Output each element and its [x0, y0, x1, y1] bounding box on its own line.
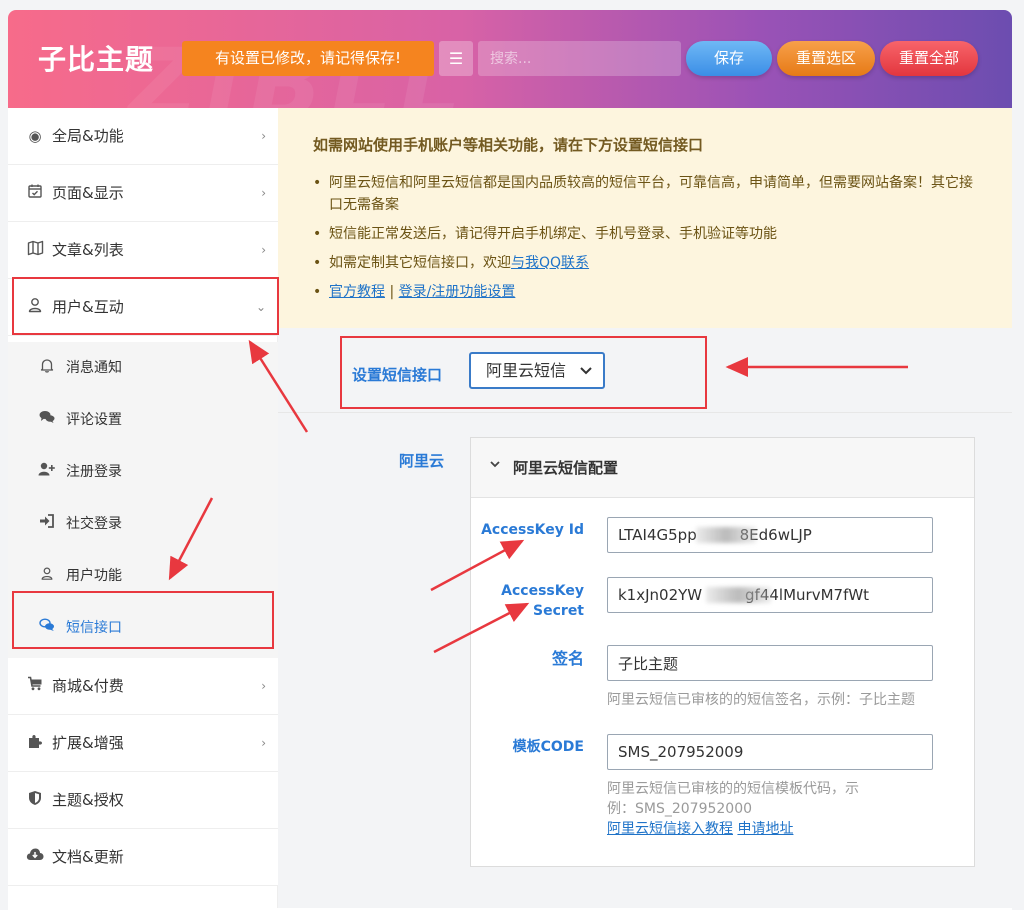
logo: 子比主题 [38, 43, 155, 76]
sidebar-item-label: 全局&功能 [52, 127, 124, 145]
qq-contact-link[interactable]: 与我QQ联系 [511, 255, 589, 271]
official-tutorial-link[interactable]: 官方教程 [329, 284, 385, 300]
sidebar-item-extend[interactable]: 扩展&增强 › [8, 715, 278, 772]
sign-help: 阿里云短信已审核的的短信签名，示例：子比主题 [607, 692, 915, 708]
template-help: 阿里云短信已审核的的短信模板代码，示 例：SMS_207952000 阿里云短信… [607, 781, 859, 837]
puzzle-icon [25, 733, 45, 753]
reset-section-button[interactable]: 重置选区 [777, 41, 875, 76]
submenu-item-label: 社交登录 [66, 516, 122, 532]
info-item: 官方教程 | 登录/注册功能设置 [313, 281, 973, 303]
info-list: 阿里云短信和阿里云短信都是国内品质较高的短信平台，可靠信高，申请简单，但需要网站… [313, 172, 973, 310]
aliyun-tutorial-link[interactable]: 阿里云短信接入教程 [607, 821, 733, 837]
user-icon [38, 566, 56, 586]
annotation-box-user [12, 277, 279, 335]
sidebar-item-article[interactable]: 文章&列表 › [8, 222, 278, 279]
unsaved-notice: 有设置已修改，请记得保存! [182, 41, 434, 76]
chevron-right-icon: › [261, 679, 266, 693]
save-button[interactable]: 保存 [686, 41, 772, 76]
calendar-check-icon [25, 183, 45, 203]
shield-icon [25, 790, 45, 810]
chevron-right-icon: › [261, 129, 266, 143]
blur-mask [706, 587, 771, 603]
sidebar-item-page[interactable]: 页面&显示 › [8, 165, 278, 222]
sign-input[interactable] [607, 645, 933, 681]
sign-in-icon [38, 514, 56, 534]
sidebar-item-docs[interactable]: 文档&更新 [8, 829, 278, 886]
sidebar-item-label: 主题&授权 [52, 791, 124, 809]
template-code-input[interactable] [607, 734, 933, 770]
provider-label: 阿里云 [399, 452, 445, 470]
cart-icon [25, 676, 45, 696]
top-header: ZIBLL 子比主题 有设置已修改，请记得保存! ☰ 保存 重置选区 重置全部 [8, 10, 1012, 140]
sidebar-item-label: 扩展&增强 [52, 734, 124, 752]
comments-icon [38, 410, 56, 430]
blur-mask [696, 527, 756, 543]
chevron-right-icon: › [261, 186, 266, 200]
sms-info-box: 如需网站使用手机账户等相关功能，请在下方设置短信接口 阿里云短信和阿里云短信都是… [278, 108, 1012, 328]
chevron-right-icon: › [261, 243, 266, 257]
annotation-box-sms [12, 591, 274, 649]
submenu-item-register[interactable]: 注册登录 [8, 446, 278, 498]
chevron-right-icon: › [261, 736, 266, 750]
info-item: 阿里云短信和阿里云短信都是国内品质较高的短信平台，可靠信高，申请简单，但需要网站… [313, 172, 973, 216]
sidebar-item-label: 文档&更新 [52, 848, 124, 866]
submenu-item-social[interactable]: 社交登录 [8, 498, 278, 550]
bell-icon [38, 358, 56, 378]
card-header[interactable]: 阿里云短信配置 [471, 438, 974, 498]
access-key-secret-label: AccessKey Secret [501, 583, 584, 619]
sidebar-item-label: 页面&显示 [52, 184, 124, 202]
apply-link[interactable]: 申请地址 [737, 821, 793, 837]
user-plus-icon [38, 462, 56, 482]
sidebar-item-global[interactable]: ◉ 全局&功能 › [8, 108, 278, 165]
sidebar-item-shop[interactable]: 商城&付费 › [8, 658, 278, 715]
login-settings-link[interactable]: 登录/注册功能设置 [399, 284, 516, 300]
access-key-id-label: AccessKey Id [481, 522, 584, 538]
sidebar: ◉ 全局&功能 › 页面&显示 › 文章&列表 › 用户&互动 ⌄ 消息通知 评… [8, 108, 278, 908]
info-title: 如需网站使用手机账户等相关功能，请在下方设置短信接口 [313, 136, 704, 154]
expand-menu-button[interactable]: ☰ [439, 41, 473, 76]
app-window: ZIBLL 子比主题 有设置已修改，请记得保存! ☰ 保存 重置选区 重置全部 … [8, 10, 1012, 910]
submenu-item-label: 用户功能 [66, 568, 122, 584]
sidebar-item-label: 文章&列表 [52, 241, 124, 259]
submenu-item-label: 注册登录 [66, 464, 122, 480]
sidebar-item-license[interactable]: 主题&授权 [8, 772, 278, 829]
search-input[interactable] [478, 41, 681, 76]
submenu-item-comments[interactable]: 评论设置 [8, 394, 278, 446]
radio-icon: ◉ [28, 127, 42, 145]
info-item: 如需定制其它短信接口，欢迎与我QQ联系 [313, 252, 973, 274]
card-title: 阿里云短信配置 [513, 459, 619, 477]
list-icon: ☰ [448, 49, 464, 68]
submenu-item-notify[interactable]: 消息通知 [8, 342, 278, 394]
template-code-label: 模板CODE [512, 739, 584, 755]
access-key-id-input[interactable] [607, 517, 933, 553]
sidebar-item-label: 商城&付费 [52, 677, 124, 695]
sign-label: 签名 [551, 649, 584, 668]
submenu-item-label: 消息通知 [66, 360, 122, 376]
chevron-down-icon [489, 458, 501, 473]
cloud-download-icon [25, 847, 45, 867]
map-icon [25, 240, 45, 260]
submenu-item-label: 评论设置 [66, 412, 122, 428]
aliyun-config-card: 阿里云短信配置 AccessKey Id AccessKey Secret 签名… [470, 437, 975, 867]
reset-all-button[interactable]: 重置全部 [880, 41, 978, 76]
annotation-box-select [340, 336, 707, 409]
info-item: 短信能正常发送后，请记得开启手机绑定、手机号登录、手机验证等功能 [313, 223, 973, 245]
